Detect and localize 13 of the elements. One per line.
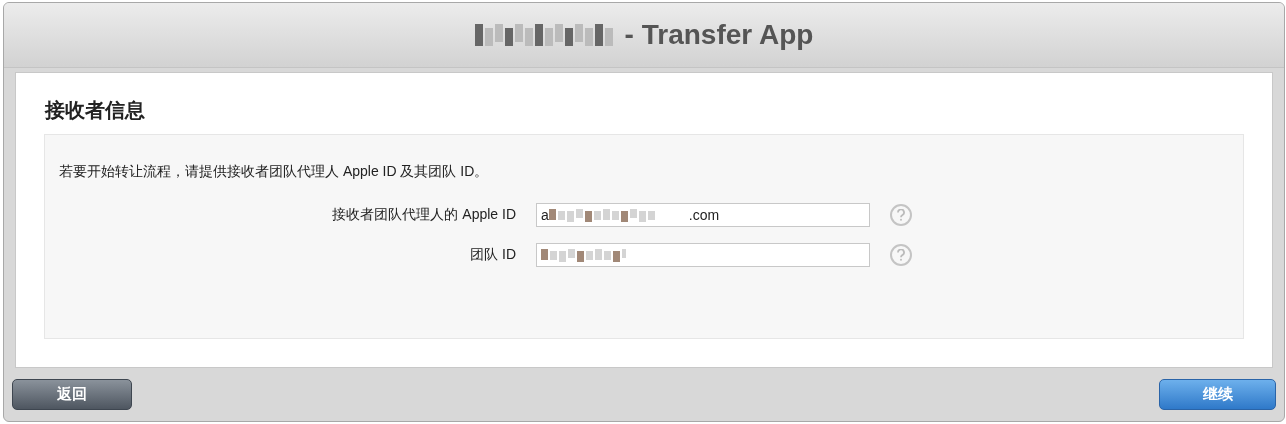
help-icon[interactable] [890, 204, 912, 226]
description-text: 若要开始转让流程，请提供接收者团队代理人 Apple ID 及其团队 ID。 [59, 163, 490, 181]
continue-button[interactable]: 继续 [1159, 379, 1276, 410]
field-value: a [541, 207, 549, 223]
field-label: 接收者团队代理人的 Apple ID [331, 206, 517, 224]
input-field[interactable] [536, 243, 870, 267]
help-icon[interactable] [890, 244, 912, 266]
field-label: 团队 ID [469, 246, 517, 264]
input-field[interactable]: a .com [536, 203, 870, 227]
back-button[interactable]: 返回 [12, 379, 132, 410]
window-title: - Transfer App [624, 19, 814, 51]
section-title: 接收者信息 [45, 98, 146, 123]
field-value: .com [688, 207, 720, 223]
